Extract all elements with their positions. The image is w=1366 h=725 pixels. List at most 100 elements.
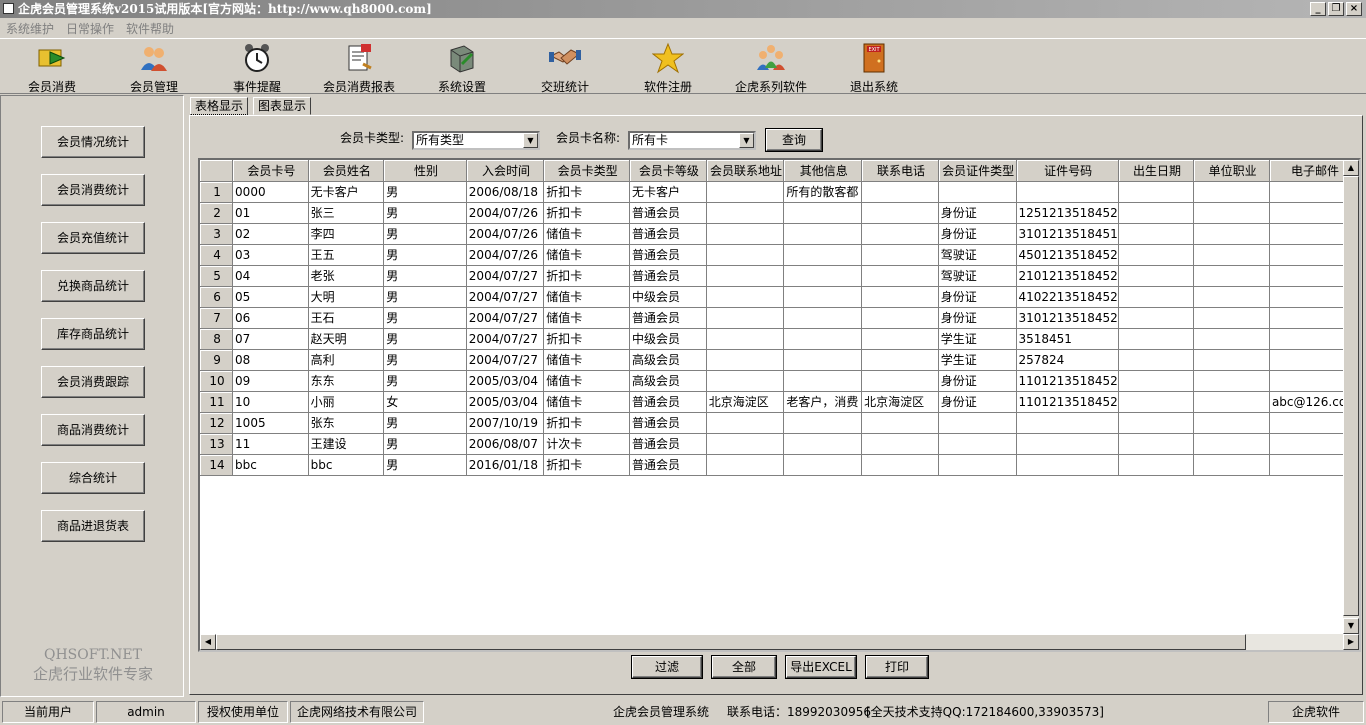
table-cell[interactable]: 高级会员	[629, 370, 707, 392]
table-cell[interactable]: 2004/07/26	[466, 202, 545, 224]
table-cell[interactable]: 男	[383, 286, 467, 308]
table-cell[interactable]: 2007/10/19	[466, 412, 545, 434]
table-cell[interactable]	[706, 265, 785, 287]
table-cell[interactable]	[783, 454, 863, 476]
table-cell[interactable]: 储值卡	[543, 307, 631, 329]
table-cell[interactable]: 2006/08/07	[466, 433, 545, 455]
table-cell[interactable]	[1193, 286, 1270, 308]
table-cell[interactable]: 男	[383, 244, 467, 266]
table-cell[interactable]: 1101213518452	[1016, 370, 1119, 392]
table-cell[interactable]	[1118, 370, 1195, 392]
column-header[interactable]: 会员卡类型	[543, 160, 631, 182]
table-cell[interactable]	[1193, 391, 1270, 413]
table-cell[interactable]: 1005	[232, 412, 309, 434]
tab-table-view[interactable]: 表格显示	[190, 97, 249, 115]
table-cell[interactable]: bbc	[308, 454, 385, 476]
table-cell[interactable]	[783, 370, 863, 392]
vertical-scrollbar[interactable]: ▲ ▼	[1343, 160, 1359, 634]
table-cell[interactable]: 学生证	[938, 349, 1017, 371]
column-header[interactable]: 入会时间	[466, 160, 545, 182]
table-row[interactable]: 2 01 张三男 2004/07/26 折扣卡 普通会员 身份证 1251213518452	[200, 202, 1359, 224]
table-cell[interactable]	[938, 433, 1017, 455]
table-row[interactable]: 7 06 王石男 2004/07/27 储值卡 普通会员 身份证 3101213518452	[200, 307, 1359, 329]
table-cell[interactable]: 王五	[308, 244, 385, 266]
member-data-grid[interactable]: 会员卡号 会员姓名 性别 入会时间 会员卡类型 会员卡等级 会员联系地址 其他信息 联系电话 会员…	[198, 158, 1361, 652]
table-cell[interactable]: 无卡客户	[308, 181, 385, 203]
table-cell[interactable]	[861, 244, 939, 266]
table-cell[interactable]	[706, 286, 785, 308]
column-header[interactable]: 其他信息	[783, 160, 863, 182]
table-cell[interactable]: 折扣卡	[543, 265, 631, 287]
horizontal-scrollbar[interactable]: ◀ ▶	[200, 634, 1359, 650]
table-cell[interactable]: 2004/07/27	[466, 328, 545, 350]
column-header[interactable]: 性别	[383, 160, 467, 182]
table-cell[interactable]: 王建设	[308, 433, 385, 455]
table-cell[interactable]	[1193, 349, 1270, 371]
table-cell[interactable]: 男	[383, 181, 467, 203]
table-cell[interactable]	[861, 370, 939, 392]
member-management-button[interactable]: 会员管理	[106, 41, 202, 94]
table-cell[interactable]	[783, 349, 863, 371]
table-row[interactable]: 6 05 大明男 2004/07/27 储值卡 中级会员 身份证 4102213518452	[200, 286, 1359, 308]
table-cell[interactable]: 身份证	[938, 307, 1017, 329]
table-row[interactable]: 12 1005 张东男 2007/10/19 折扣卡 普通会员	[200, 412, 1359, 434]
table-cell[interactable]: 储值卡	[543, 286, 631, 308]
table-cell[interactable]: 02	[232, 223, 309, 245]
card-name-select[interactable]: 所有卡 ▼	[628, 131, 756, 150]
event-reminder-button[interactable]: 事件提醒	[209, 41, 305, 94]
chevron-down-icon[interactable]: ▼	[739, 133, 754, 148]
column-header[interactable]: 出生日期	[1118, 160, 1195, 182]
scroll-left-icon[interactable]: ◀	[200, 634, 216, 650]
table-cell[interactable]: 男	[383, 265, 467, 287]
table-cell[interactable]	[938, 412, 1017, 434]
table-cell[interactable]	[783, 202, 863, 224]
close-button[interactable]: ×	[1346, 2, 1362, 16]
table-row[interactable]: 11 10 小丽女 2005/03/04 储值卡 普通会员 北京海淀区 老客户，消费 北京海淀区…	[200, 391, 1359, 413]
column-header[interactable]: 会员姓名	[308, 160, 385, 182]
table-cell[interactable]: 男	[383, 328, 467, 350]
horizontal-scroll-thumb[interactable]	[216, 634, 1246, 650]
table-cell[interactable]: 男	[383, 454, 467, 476]
column-header[interactable]: 会员证件类型	[938, 160, 1017, 182]
table-row[interactable]: 3 02 李四男 2004/07/26 储值卡 普通会员 身份证 3101213518451	[200, 223, 1359, 245]
table-cell[interactable]: 3518451	[1016, 328, 1119, 350]
table-cell[interactable]: 普通会员	[629, 433, 707, 455]
column-header[interactable]: 证件号码	[1016, 160, 1119, 182]
table-cell[interactable]: 08	[232, 349, 309, 371]
table-cell[interactable]	[1118, 412, 1195, 434]
table-cell[interactable]: 大明	[308, 286, 385, 308]
table-row[interactable]: 13 11 王建设男 2006/08/07 计次卡 普通会员	[200, 433, 1359, 455]
member-recharge-stats-button[interactable]: 会员充值统计	[41, 222, 145, 254]
table-cell[interactable]	[1118, 181, 1195, 203]
table-cell[interactable]: 07	[232, 328, 309, 350]
export-excel-button[interactable]: 导出EXCEL	[786, 656, 856, 678]
table-cell[interactable]: 小丽	[308, 391, 385, 413]
table-cell[interactable]: 4102213518452	[1016, 286, 1119, 308]
table-cell[interactable]	[861, 223, 939, 245]
table-cell[interactable]	[706, 202, 785, 224]
member-consumption-tracking-button[interactable]: 会员消费跟踪	[41, 366, 145, 398]
table-cell[interactable]: 2005/03/04	[466, 391, 545, 413]
table-row[interactable]: 1 0000 无卡客户男 2006/08/18 折扣卡 无卡客户 所有的散客都	[200, 181, 1359, 203]
scroll-up-icon[interactable]: ▲	[1343, 160, 1359, 176]
table-cell[interactable]: 折扣卡	[543, 412, 631, 434]
table-cell[interactable]: 身份证	[938, 286, 1017, 308]
system-settings-button[interactable]: 系统设置	[414, 41, 510, 94]
table-cell[interactable]: 赵天明	[308, 328, 385, 350]
table-cell[interactable]: 09	[232, 370, 309, 392]
table-cell[interactable]	[1016, 412, 1119, 434]
table-cell[interactable]	[1118, 244, 1195, 266]
table-cell[interactable]: 普通会员	[629, 223, 707, 245]
table-cell[interactable]	[706, 412, 785, 434]
tab-chart-view[interactable]: 图表显示	[253, 97, 312, 115]
table-cell[interactable]: 男	[383, 223, 467, 245]
table-cell[interactable]: 2004/07/26	[466, 223, 545, 245]
table-cell[interactable]	[1193, 223, 1270, 245]
table-cell[interactable]	[1118, 433, 1195, 455]
table-cell[interactable]: 学生证	[938, 328, 1017, 350]
member-consumption-button[interactable]: 会员消费	[4, 41, 100, 94]
table-cell[interactable]: 男	[383, 349, 467, 371]
table-cell[interactable]: 2006/08/18	[466, 181, 545, 203]
table-cell[interactable]: 折扣卡	[543, 202, 631, 224]
table-cell[interactable]	[706, 223, 785, 245]
